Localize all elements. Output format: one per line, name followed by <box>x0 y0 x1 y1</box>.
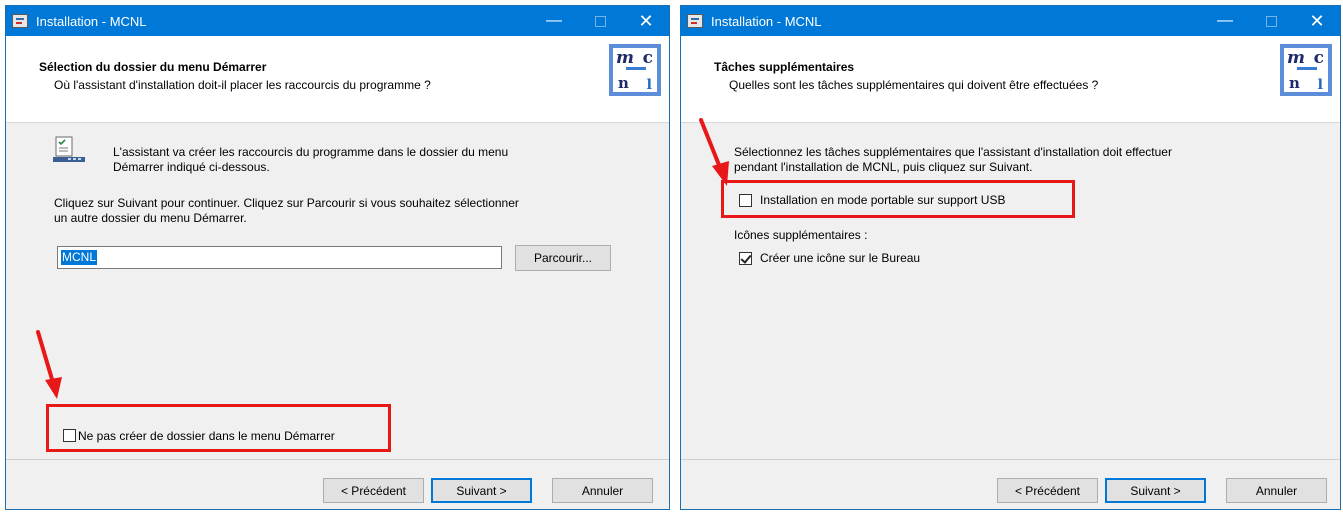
highlight-box <box>46 404 391 452</box>
usb-icon <box>1297 67 1317 70</box>
additional-icons-heading: Icônes supplémentaires : <box>734 228 868 242</box>
checkmark-icon <box>740 252 752 264</box>
mcnl-logo: mc nl <box>609 44 661 96</box>
page-title: Tâches supplémentaires <box>714 60 855 74</box>
close-button[interactable]: ✕ <box>1294 6 1340 36</box>
maximize-icon <box>594 15 606 27</box>
portable-install-checkbox[interactable] <box>739 194 752 207</box>
folder-input-value: MCNL <box>61 250 98 265</box>
back-button[interactable]: < Précédent <box>997 478 1098 503</box>
mcnl-logo: mc nl <box>1280 44 1332 96</box>
maximize-icon <box>1265 15 1277 27</box>
desktop-icon-label[interactable]: Créer une icône sur le Bureau <box>760 251 920 266</box>
instruction-line1: Cliquez sur Suivant pour continuer. Cliq… <box>54 196 519 210</box>
installer-window-start-menu: Installation - MCNL — ✕ Sélection du dos… <box>5 5 670 510</box>
window-title: Installation - MCNL <box>711 14 822 29</box>
usb-icon <box>626 67 646 70</box>
minimize-button[interactable]: — <box>1202 6 1248 36</box>
desktop-icon-checkbox[interactable] <box>739 252 752 265</box>
installer-app-icon <box>687 14 703 28</box>
title-bar[interactable]: Installation - MCNL — ✕ <box>681 6 1340 36</box>
intro-text-line1: L'assistant va créer les raccourcis du p… <box>113 145 509 159</box>
window-gap <box>670 0 680 514</box>
installer-app-icon <box>12 14 28 28</box>
window-title: Installation - MCNL <box>36 14 147 29</box>
page-title: Sélection du dossier du menu Démarrer <box>39 60 267 74</box>
intro-text-line1: Sélectionnez les tâches supplémentaires … <box>734 145 1172 159</box>
start-menu-folder-input[interactable]: MCNL <box>57 246 502 269</box>
no-folder-label[interactable]: Ne pas créer de dossier dans le menu Dém… <box>78 429 335 444</box>
back-button[interactable]: < Précédent <box>323 478 424 503</box>
cancel-button[interactable]: Annuler <box>1226 478 1327 503</box>
start-menu-folder-icon <box>53 136 85 162</box>
title-bar[interactable]: Installation - MCNL — ✕ <box>6 6 669 36</box>
wizard-header: Tâches supplémentaires Quelles sont les … <box>681 36 1340 123</box>
intro-text-line2: Démarrer indiqué ci-dessous. <box>113 160 270 174</box>
footer-divider <box>681 459 1340 460</box>
wizard-header: Sélection du dossier du menu Démarrer Où… <box>6 36 669 123</box>
cancel-button[interactable]: Annuler <box>552 478 653 503</box>
next-button[interactable]: Suivant > <box>431 478 532 503</box>
page-subtitle: Quelles sont les tâches supplémentaires … <box>729 78 1099 92</box>
instruction-line2: un autre dossier du menu Démarrer. <box>54 211 247 225</box>
footer-divider <box>6 459 669 460</box>
red-arrow-annotation <box>36 330 62 399</box>
maximize-button[interactable] <box>1248 6 1294 36</box>
portable-install-label[interactable]: Installation en mode portable sur suppor… <box>760 193 1005 208</box>
minimize-button[interactable]: — <box>531 6 577 36</box>
next-button[interactable]: Suivant > <box>1105 478 1206 503</box>
close-button[interactable]: ✕ <box>623 6 669 36</box>
browse-button[interactable]: Parcourir... <box>515 245 611 271</box>
intro-text-line2: pendant l'installation de MCNL, puis cli… <box>734 160 1033 174</box>
page-subtitle: Où l'assistant d'installation doit-il pl… <box>54 78 431 92</box>
maximize-button[interactable] <box>577 6 623 36</box>
no-folder-checkbox[interactable] <box>63 429 76 442</box>
installer-window-tasks: Installation - MCNL — ✕ Tâches supplémen… <box>680 5 1341 510</box>
